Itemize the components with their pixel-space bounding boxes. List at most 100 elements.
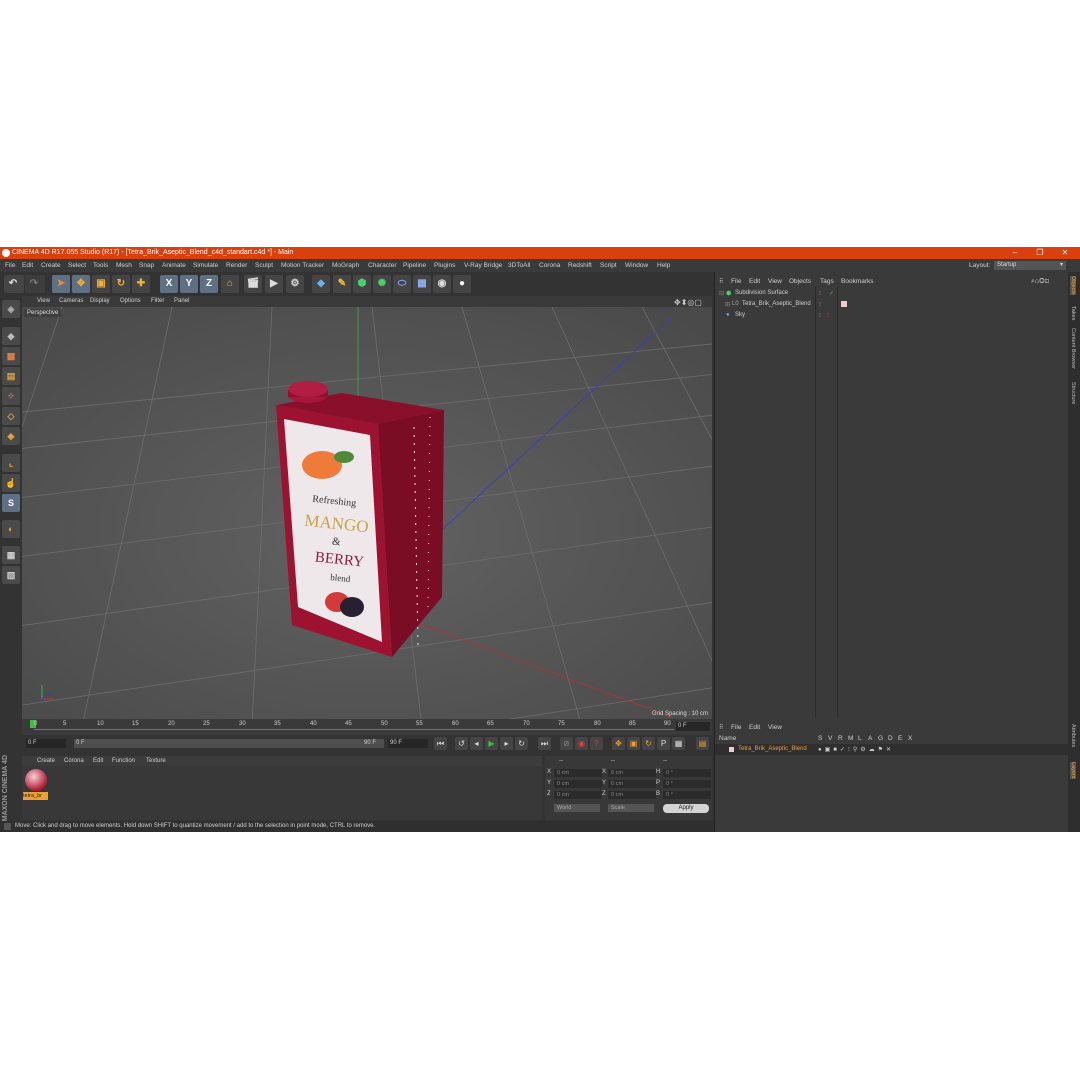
light-button[interactable]: ● xyxy=(453,275,471,293)
key-pla-button[interactable]: ▦ xyxy=(672,737,685,750)
floor-button[interactable]: ▦ xyxy=(413,275,431,293)
objmgr-menu-view[interactable]: View xyxy=(768,278,782,285)
render-picture-viewer-button[interactable]: ▶ xyxy=(265,275,283,293)
x-axis-lock-button[interactable]: X xyxy=(160,275,178,293)
cube-button[interactable]: ◆ xyxy=(312,275,330,293)
end-frame-field[interactable]: 90 F xyxy=(388,739,428,748)
menu-window[interactable]: Window xyxy=(625,262,648,269)
close-button[interactable]: ✕ xyxy=(1056,248,1074,258)
tree-expand-icon[interactable]: ⊞ xyxy=(725,301,730,308)
viewport-solo-hierarchy-button[interactable]: ▧ xyxy=(2,566,20,584)
coordinate-mode-select[interactable]: World xyxy=(554,804,600,812)
y-axis-lock-button[interactable]: Y xyxy=(180,275,198,293)
layer-color-swatch[interactable] xyxy=(729,747,734,752)
timeline-ruler[interactable]: 0 5 10 15 20 25 30 35 40 45 50 55 60 65 … xyxy=(22,719,712,735)
render-view-button[interactable]: 🎬︎ xyxy=(244,275,262,293)
layer-name[interactable]: Tetra_Brik_Aseptic_Blend xyxy=(738,746,807,752)
size-x-field[interactable]: 0 cm xyxy=(608,769,656,777)
viewport-menu-options[interactable]: Options xyxy=(120,298,141,304)
tab-layers[interactable]: Layers xyxy=(1070,762,1076,779)
menu-plugins[interactable]: Plugins xyxy=(434,262,455,269)
key-position-button[interactable]: ✥ xyxy=(612,737,625,750)
viewport-navigation-icon[interactable]: ✥⬍◎▢ xyxy=(674,298,702,307)
timeline-window-button[interactable]: ▤ xyxy=(696,737,709,750)
menu-sculpt[interactable]: Sculpt xyxy=(255,262,273,269)
deformer-button[interactable]: ⬭ xyxy=(393,275,411,293)
rotation-b-field[interactable]: 0 ° xyxy=(663,791,711,799)
snap-button[interactable]: S xyxy=(2,494,20,512)
tab-takes[interactable]: Takes xyxy=(1070,306,1076,320)
object-row-sky[interactable]: ● Sky ⁝ ⁝ xyxy=(715,310,1069,321)
subdivision-button[interactable]: ⬢ xyxy=(353,275,371,293)
menu-create[interactable]: Create xyxy=(41,262,61,269)
object-row-tetra-brik[interactable]: ⊞ L0 Tetra_Brik_Aseptic_Blend ⁝ xyxy=(715,299,1069,310)
camera-button[interactable]: ◉ xyxy=(433,275,451,293)
menu-redshift[interactable]: Redshift xyxy=(568,262,592,269)
tab-attributes[interactable]: Attributes xyxy=(1070,724,1076,747)
rotation-p-field[interactable]: 0 ° xyxy=(663,780,711,788)
menu-3dtoall[interactable]: 3DToAll xyxy=(508,262,530,269)
objmgr-search-icons[interactable]: ⌕⌂◎⊡ xyxy=(1031,278,1049,286)
material-menu-texture[interactable]: Texture xyxy=(146,758,166,764)
undo-button[interactable]: ↶ xyxy=(4,275,24,293)
material-menu-create[interactable]: Create xyxy=(37,758,55,764)
make-editable-button[interactable]: ◈ xyxy=(2,300,20,318)
material-tag-icon[interactable] xyxy=(841,301,847,307)
previous-key-button[interactable]: ↺ xyxy=(455,737,468,750)
material-menu-edit[interactable]: Edit xyxy=(93,758,103,764)
tree-expand-icon[interactable]: ⊟ xyxy=(719,290,724,297)
minimize-button[interactable]: – xyxy=(1006,248,1024,258)
model-mode-button[interactable]: ◆ xyxy=(2,327,20,345)
tab-objects[interactable]: Objects xyxy=(1070,276,1076,295)
autokey-button[interactable]: ◉ xyxy=(575,737,588,750)
pen-spline-button[interactable]: ✎ xyxy=(333,275,351,293)
go-to-end-button[interactable]: ⏭ xyxy=(538,737,551,750)
enable-axis-button[interactable]: ⌞ xyxy=(2,454,20,472)
enabled-check-icon[interactable]: ✓ xyxy=(829,290,834,297)
scale-tool-button[interactable]: ▣ xyxy=(92,275,110,293)
position-z-field[interactable]: 0 cm xyxy=(554,791,602,799)
apply-button[interactable]: Apply xyxy=(663,804,709,813)
objmgr-menu-bookmarks[interactable]: Bookmarks xyxy=(841,278,874,285)
material-menu-function[interactable]: Function xyxy=(112,758,135,764)
size-z-field[interactable]: 0 cm xyxy=(608,791,656,799)
position-x-field[interactable]: 0 cm xyxy=(554,769,602,777)
visibility-dots-icon[interactable]: ⁝ xyxy=(819,312,821,319)
viewport-menu-filter[interactable]: Filter xyxy=(151,298,164,304)
record-active-button[interactable]: ⊘ xyxy=(560,737,573,750)
tab-content-browser[interactable]: Content Browser xyxy=(1070,328,1076,369)
menu-pipeline[interactable]: Pipeline xyxy=(403,262,426,269)
viewport-menu-display[interactable]: Display xyxy=(90,298,110,304)
next-key-button[interactable]: ↻ xyxy=(515,737,528,750)
edges-mode-button[interactable]: ◇ xyxy=(2,407,20,425)
rotate-tool-button[interactable]: ↻ xyxy=(112,275,130,293)
menu-file[interactable]: File xyxy=(5,262,15,269)
render-settings-button[interactable]: ⚙ xyxy=(286,275,304,293)
viewport-menu-cameras[interactable]: Cameras xyxy=(59,298,83,304)
perspective-viewport[interactable]: Refreshing MANGO & BERRY blend Perspecti… xyxy=(22,307,712,719)
menu-character[interactable]: Character xyxy=(368,262,397,269)
key-param-button[interactable]: P xyxy=(657,737,670,750)
render-tag-icon[interactable]: ⁝ xyxy=(827,312,829,319)
key-rotation-button[interactable]: ↻ xyxy=(642,737,655,750)
menu-mograph[interactable]: MoGraph xyxy=(332,262,359,269)
menu-select[interactable]: Select xyxy=(68,262,86,269)
menu-corona[interactable]: Corona xyxy=(539,262,560,269)
menu-mesh[interactable]: Mesh xyxy=(116,262,132,269)
viewport-label[interactable]: Perspective xyxy=(24,309,62,317)
material-menu-corona[interactable]: Corona xyxy=(64,758,84,764)
layermgr-menu-edit[interactable]: Edit xyxy=(749,724,760,731)
redo-button[interactable]: ↷ xyxy=(25,275,45,293)
menu-motion-tracker[interactable]: Motion Tracker xyxy=(281,262,324,269)
menu-tools[interactable]: Tools xyxy=(93,262,108,269)
menu-script[interactable]: Script xyxy=(600,262,617,269)
previous-frame-button[interactable]: ◂ xyxy=(470,737,483,750)
start-frame-field[interactable]: 0 F xyxy=(26,739,66,748)
layermgr-menu-view[interactable]: View xyxy=(768,724,782,731)
menu-render[interactable]: Render xyxy=(226,262,247,269)
objmgr-menu-file[interactable]: File xyxy=(731,278,741,285)
menu-animate[interactable]: Animate xyxy=(162,262,186,269)
z-axis-lock-button[interactable]: Z xyxy=(200,275,218,293)
workplane-button[interactable]: ▤ xyxy=(2,367,20,385)
objmgr-menu-objects[interactable]: Objects xyxy=(789,278,811,285)
